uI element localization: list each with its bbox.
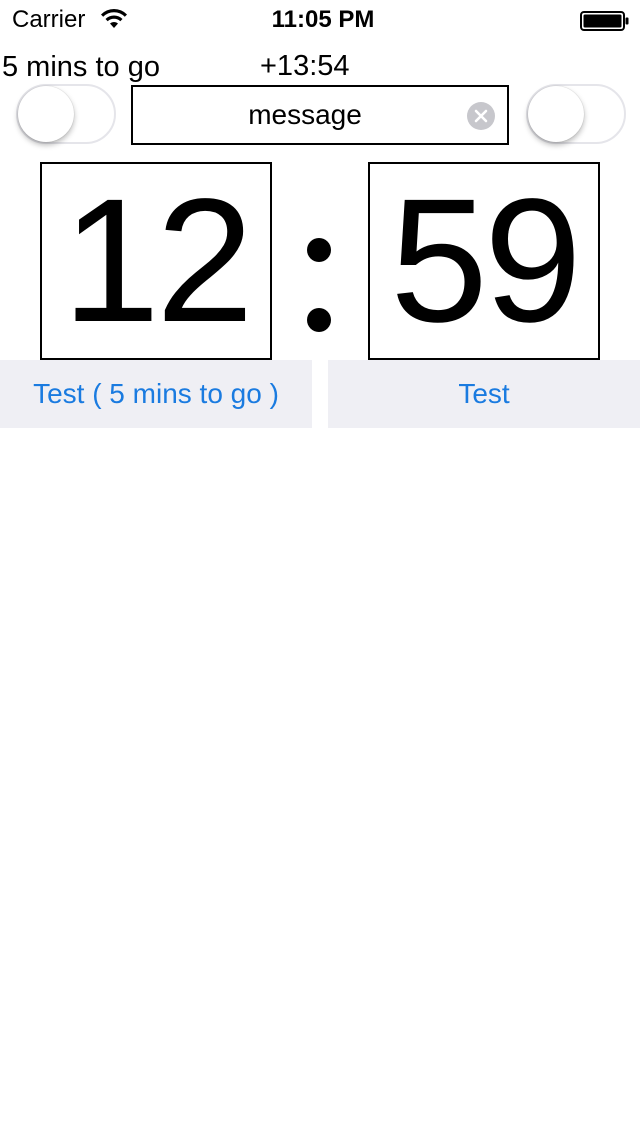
test-countdown-button[interactable]: Test ( 5 mins to go )	[0, 360, 312, 428]
test-button[interactable]: Test	[328, 360, 640, 428]
right-toggle-switch[interactable]	[526, 84, 626, 144]
message-field[interactable]	[131, 85, 509, 145]
countdown-label: 5 mins to go	[2, 51, 160, 83]
toggle-knob	[18, 86, 74, 142]
status-bar: Carrier 11:05 PM	[0, 0, 640, 40]
hours-display: 12	[40, 162, 272, 360]
time-separator	[305, 230, 333, 340]
separator-dot-bottom	[307, 308, 331, 332]
minutes-display: 59	[368, 162, 600, 360]
left-toggle-switch[interactable]	[16, 84, 116, 144]
status-time: 11:05 PM	[271, 6, 375, 33]
clear-circle-icon[interactable]	[467, 102, 495, 130]
battery-icon	[580, 11, 629, 31]
message-input[interactable]	[133, 87, 457, 143]
offset-label: +13:54	[260, 50, 350, 82]
separator-dot-top	[307, 238, 331, 262]
toggle-knob	[528, 86, 584, 142]
